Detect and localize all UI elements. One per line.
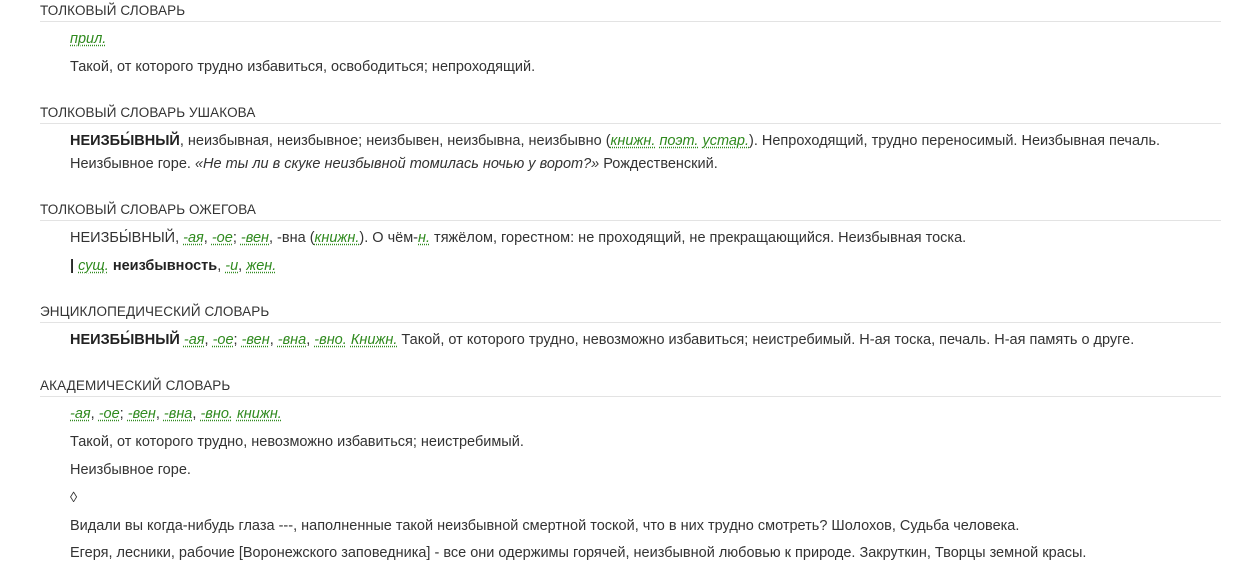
entry-line: НЕИЗБЫ́ВНЫЙ, неизбывная, неизбывное; неи… [70,130,1221,153]
ending-link[interactable]: -вен [242,332,270,348]
ending-link[interactable]: -вен [241,230,269,246]
definition: тяжёлом, горестном: не проходящий, не пр… [430,230,967,246]
definition: Такой, от которого трудно, невозможно из… [70,434,524,450]
ending-link[interactable]: -ая [184,332,205,348]
section-title: ТОЛКОВЫЙ СЛОВАРЬ ОЖЕГОВА [40,202,1221,221]
section-ozhegov: ТОЛКОВЫЙ СЛОВАРЬ ОЖЕГОВА НЕИЗБЫ́ВНЫЙ, -а… [40,202,1221,278]
ending-link[interactable]: -ое [213,332,234,348]
abbr-link[interactable]: устар. [702,133,749,149]
ending-link[interactable]: -вно. [314,332,346,348]
headword: НЕИЗБЫ́ВНЫЙ [70,133,180,149]
section-title: ТОЛКОВЫЙ СЛОВАРЬ УШАКОВА [40,105,1221,124]
section-tolkovyi: ТОЛКОВЫЙ СЛОВАРЬ прил. Такой, от которог… [40,3,1221,79]
abbr-link[interactable]: н. [418,230,430,246]
ending-link[interactable]: -ое [99,406,120,422]
section-ushakov: ТОЛКОВЫЙ СЛОВАРЬ УШАКОВА НЕИЗБЫ́ВНЫЙ, не… [40,105,1221,176]
headword: НЕИЗБЫ́ВНЫЙ, [70,230,184,246]
abbr-link[interactable]: прил. [70,31,106,47]
forms: , -вна ( [269,230,315,246]
entry-line: прил. [70,28,1221,51]
definition: Такой, от которого трудно, невозможно из… [397,332,1135,348]
ending-link[interactable]: -ое [212,230,233,246]
text: ). О чём- [359,230,419,246]
entry-line: НЕИЗБЫ́ВНЫЙ -ая, -ое; -вен, -вна, -вно. … [70,332,1135,348]
section-title: ЭНЦИКЛОПЕДИЧЕСКИЙ СЛОВАРЬ [40,304,1221,323]
phrase-diamond: ◊ [70,490,78,506]
ending-link[interactable]: -и [225,258,238,274]
section-academic: АКАДЕМИЧЕСКИЙ СЛОВАРЬ -ая, -ое; -вен, -в… [40,378,1221,565]
section-encyclopedic: ЭНЦИКЛОПЕДИЧЕСКИЙ СЛОВАРЬ НЕИЗБЫ́ВНЫЙ -а… [40,304,1221,352]
ending-link[interactable]: -ая [70,406,91,422]
ending-link[interactable]: -вна [278,332,306,348]
entry-line: -ая, -ое; -вен, -вна, -вно. книжн. [70,406,282,422]
definition: ). Непроходящий, трудно переносимый. Неи… [749,133,1161,149]
headword: НЕИЗБЫ́ВНЫЙ [70,332,180,348]
ending-link[interactable]: -вен [128,406,156,422]
abbr-link[interactable]: книжн. [315,230,360,246]
ending-link[interactable]: -вна [164,406,192,422]
definition: Такой, от которого трудно избавиться, ос… [70,59,536,75]
author: Рождественский. [599,156,718,172]
abbr-link[interactable]: поэт. [659,133,698,149]
example: Егеря, лесники, рабочие [Воронежского за… [70,545,1087,561]
ending-link[interactable]: -ая [183,230,204,246]
abbr-link[interactable]: жен. [246,258,276,274]
abbr-link[interactable]: Книжн. [351,332,398,348]
entry-line: НЕИЗБЫ́ВНЫЙ, -ая, -ое; -вен, -вна (книжн… [70,230,967,246]
bar: | [70,258,79,274]
abbr-link[interactable]: книжн. [237,406,282,422]
example: Неизбывное горе. [70,462,191,478]
forms: , неизбывная, неизбывное; неизбывен, неи… [179,133,611,149]
example: Видали вы когда-нибудь глаза ---, наполн… [70,518,1020,534]
abbr-link[interactable]: сущ. [78,258,109,274]
ending-link[interactable]: -вно. [200,406,232,422]
quote: «Не ты ли в скуке неизбывной томилась но… [194,156,600,172]
example: Неизбывное горе. [70,156,195,172]
section-title: ТОЛКОВЫЙ СЛОВАРЬ [40,3,1221,22]
derivative-line: | сущ. неизбывность, -и, жен. [70,258,277,274]
section-title: АКАДЕМИЧЕСКИЙ СЛОВАРЬ [40,378,1221,397]
example-line: Неизбывное горе. «Не ты ли в скуке неизб… [70,153,1221,176]
derived-word: неизбывность [112,258,218,274]
abbr-link[interactable]: книжн. [611,133,656,149]
